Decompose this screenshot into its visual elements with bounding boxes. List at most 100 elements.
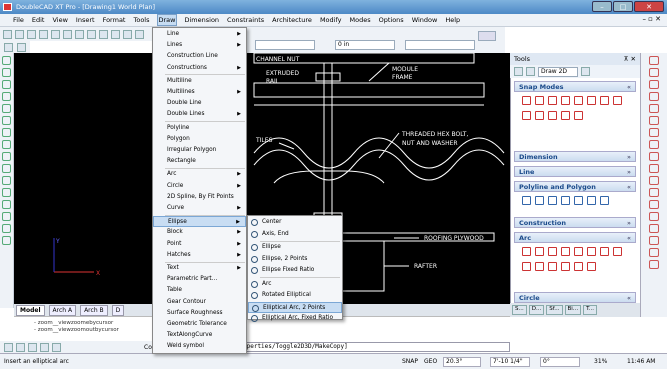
draw-menu-item-line[interactable]: Line ▶ [153, 29, 246, 40]
section-construction[interactable]: Construction » [514, 217, 636, 228]
side-tool-15-icon[interactable] [649, 224, 659, 233]
text-tool-icon[interactable] [2, 164, 11, 173]
thickness-combo[interactable]: 0 in [335, 40, 395, 50]
ellipse-item-ellipse-2-points[interactable]: Ellipse, 2 Points [248, 254, 342, 266]
draw-menu-item-gear-contour[interactable]: Gear Contour [153, 297, 246, 308]
geo-toggle[interactable]: GEO [424, 358, 437, 365]
draw-menu-item-arc[interactable]: Arc ▶ [153, 169, 246, 180]
draw-menu-item-geometric-tolerance[interactable]: Geometric Tolerance [153, 319, 246, 330]
draw-menu-item-circle[interactable]: Circle ▶ [153, 181, 246, 192]
polyline-tool-icon[interactable] [2, 68, 11, 77]
polygon-icon[interactable] [535, 196, 544, 205]
draw-menu-item-multiline[interactable]: Multiline [153, 76, 246, 87]
tab-d[interactable]: D [111, 304, 125, 316]
palette-menu-icon[interactable] [581, 67, 590, 76]
rect-tool-icon[interactable] [2, 80, 11, 89]
ellipse-item-arc[interactable]: Arc [248, 279, 342, 291]
side-tool-2-icon[interactable] [649, 68, 659, 77]
table-tool-icon[interactable] [2, 212, 11, 221]
block-tool-icon[interactable] [2, 200, 11, 209]
minimize-button[interactable]: – [592, 1, 612, 12]
snap-angle-icon[interactable] [574, 111, 583, 120]
arc-tool-icon[interactable] [2, 104, 11, 113]
draw-menu-item-double-line[interactable]: Double Line [153, 98, 246, 109]
panel-tab-s[interactable]: S... [512, 305, 527, 315]
draw-menu-item-ellipse[interactable]: Ellipse ▶ [153, 216, 246, 228]
menu-file[interactable]: File [12, 15, 25, 25]
ellipse-item-ellipse[interactable]: Ellipse [248, 242, 342, 254]
layer-icon[interactable] [17, 42, 26, 52]
side-tool-7-icon[interactable] [649, 128, 659, 137]
angle-field[interactable]: 20.3° [443, 357, 481, 367]
draw-menu-item-irregular-polygon[interactable]: Irregular Polygon [153, 145, 246, 156]
ellipse-item-center[interactable]: Center [248, 217, 342, 229]
snap-grid-icon[interactable] [548, 111, 557, 120]
menu-options[interactable]: Options [378, 15, 405, 25]
forward-icon[interactable] [526, 67, 535, 76]
cmd-icon-5[interactable] [52, 342, 61, 352]
side-tool-5-icon[interactable] [649, 104, 659, 113]
draw-menu-item-hatches[interactable]: Hatches ▶ [153, 250, 246, 261]
spline-tool-icon[interactable] [2, 140, 11, 149]
section-snap-modes[interactable]: Snap Modes « [514, 81, 636, 92]
cmd-icon-3[interactable] [28, 342, 37, 352]
print-icon[interactable] [39, 29, 48, 39]
maximize-button[interactable]: □ [613, 1, 633, 12]
tab-arch-a[interactable]: Arch A [48, 304, 77, 316]
draw-menu-item-surface-roughness[interactable]: Surface Roughness [153, 308, 246, 319]
draw-menu-item-polyline[interactable]: Polyline [153, 123, 246, 134]
side-tool-6-icon[interactable] [649, 116, 659, 125]
snap-midpoint-icon[interactable] [535, 96, 544, 105]
arc-fillet-icon[interactable] [574, 262, 583, 271]
ellipse-item-ellipse-fixed-ratio[interactable]: Ellipse Fixed Ratio [248, 265, 342, 277]
pin-icon[interactable]: ⊼ ✕ [624, 55, 636, 63]
pan-icon[interactable] [123, 29, 132, 39]
menu-draw[interactable]: Draw [156, 14, 178, 26]
draw-menu-item-construction-line[interactable]: Construction Line [153, 51, 246, 62]
snap-node-icon[interactable] [561, 111, 570, 120]
side-tool-17-icon[interactable] [649, 248, 659, 257]
select-icon[interactable] [4, 42, 13, 52]
menu-edit[interactable]: Edit [31, 15, 46, 25]
arc-cw-icon[interactable] [535, 262, 544, 271]
coord-field[interactable]: 7'-10 1/4" [490, 357, 530, 367]
side-tool-16-icon[interactable] [649, 236, 659, 245]
arc-ccw-icon[interactable] [548, 262, 557, 271]
redo-icon[interactable] [111, 29, 120, 39]
tab-model[interactable]: Model [16, 304, 45, 316]
arc-angle-icon[interactable] [600, 247, 609, 256]
draw-menu-item-text[interactable]: Text ▶ [153, 263, 246, 274]
draw-menu-item-lines[interactable]: Lines ▶ [153, 40, 246, 51]
side-tool-1-icon[interactable] [649, 56, 659, 65]
layer-combo[interactable] [255, 40, 315, 50]
section-line[interactable]: Line » [514, 166, 636, 177]
hatch-tool-icon[interactable] [2, 152, 11, 161]
draw-menu-item-constructions[interactable]: Constructions ▶ [153, 63, 246, 74]
arc-double-icon[interactable] [522, 262, 531, 271]
ellipse-item-elliptical-arc-fixed-ratio[interactable]: Elliptical Arc, Fixed Ratio [248, 313, 342, 325]
ellipse-item-rotated-elliptical[interactable]: Rotated Elliptical [248, 290, 342, 302]
arc-start-end-icon[interactable] [548, 247, 557, 256]
snap-tool-icon[interactable] [2, 236, 11, 245]
draw-menu-item-weld-symbol[interactable]: Weld symbol [153, 341, 246, 352]
print-preview-icon[interactable] [51, 29, 60, 39]
dimension-tool-icon[interactable] [2, 176, 11, 185]
line-tool-icon[interactable] [2, 56, 11, 65]
arc-radius-icon[interactable] [574, 247, 583, 256]
draw-menu-item-polygon[interactable]: Polygon [153, 134, 246, 145]
side-tool-4-icon[interactable] [649, 92, 659, 101]
side-tool-18-icon[interactable] [649, 260, 659, 269]
side-tool-8-icon[interactable] [649, 140, 659, 149]
draw-menu-item-table[interactable]: Table [153, 285, 246, 296]
irregular-polygon-icon[interactable] [574, 196, 583, 205]
mdi-controls[interactable]: – ▫ ✕ [642, 15, 661, 23]
menu-help[interactable]: Help [444, 15, 461, 25]
tab-arch-b[interactable]: Arch B [80, 304, 108, 316]
arc-center-icon[interactable] [535, 247, 544, 256]
snap-tangent-icon[interactable] [561, 96, 570, 105]
section-polyline-polygon[interactable]: Polyline and Polygon « [514, 181, 636, 192]
panel-tab-bi[interactable]: Bi... [564, 305, 582, 315]
save-icon[interactable] [27, 29, 36, 39]
menu-window[interactable]: Window [411, 15, 439, 25]
side-tool-12-icon[interactable] [649, 188, 659, 197]
